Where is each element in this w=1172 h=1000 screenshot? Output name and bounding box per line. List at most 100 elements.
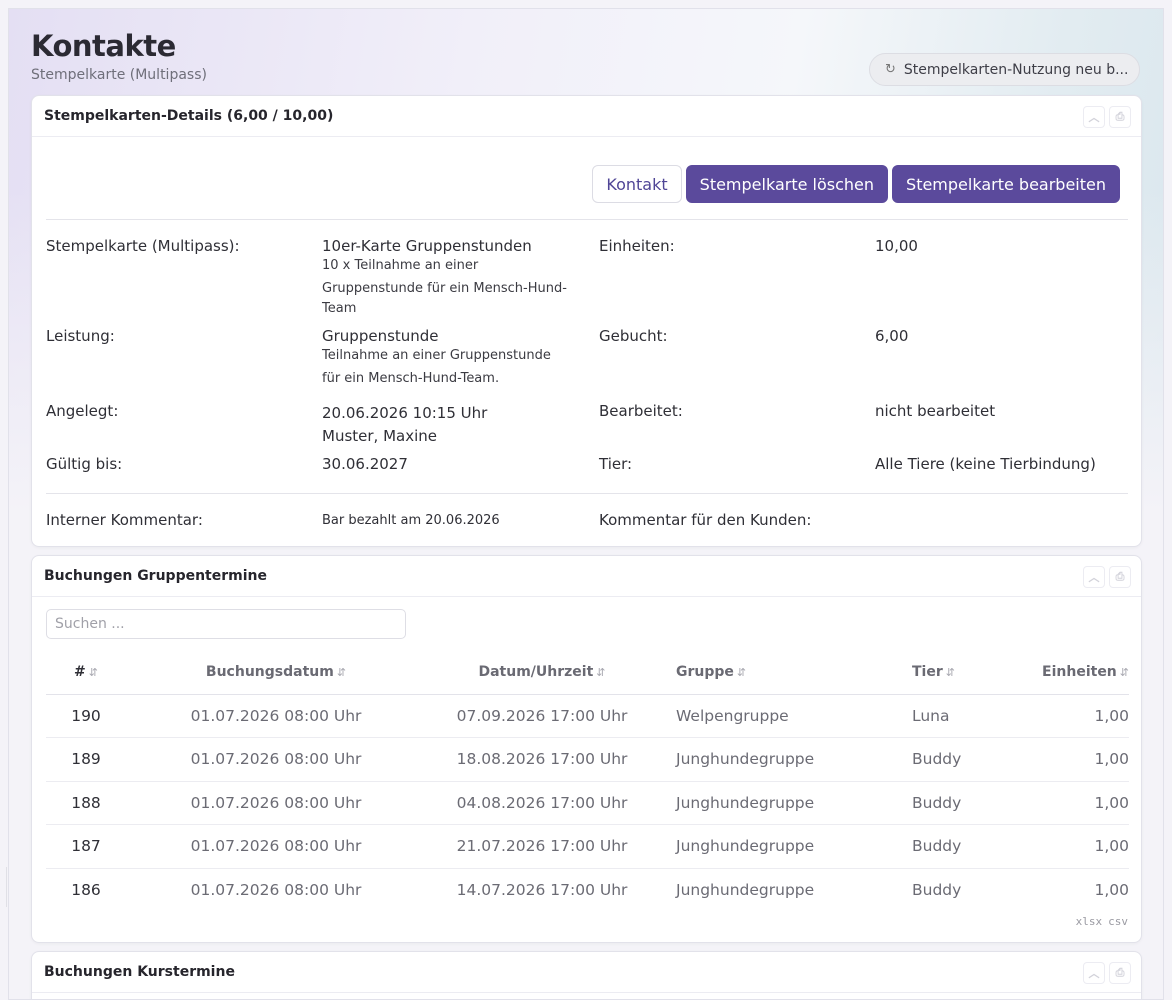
service-value: Gruppenstunde	[322, 327, 439, 345]
cell-group: Junghundegruppe	[676, 881, 815, 899]
refresh-icon: ↻	[885, 62, 896, 77]
course-bookings-header: Buchungen Kurstermine ︿ ⎙	[32, 952, 1141, 993]
edit-card-button[interactable]: Stempelkarte bearbeiten	[892, 165, 1120, 203]
collapse-icon[interactable]: ︿	[1083, 106, 1105, 128]
export-xlsx-link[interactable]: xlsx	[1076, 915, 1103, 928]
course-bookings-title: Buchungen Kurstermine	[44, 964, 235, 980]
card-desc-3: Team	[322, 301, 357, 316]
cell-number: 190	[46, 694, 126, 738]
table-row[interactable]: 186 01.07.2026 08:00 Uhr 14.07.2026 17:0…	[46, 868, 1129, 912]
group-bookings-table: # ⇵ Buchungsdatum ⇵ Datum/Uhrzeit ⇵ Gruppe ⇵…	[46, 651, 1129, 912]
print-icon[interactable]: ⎙	[1109, 106, 1131, 128]
table-row[interactable]: 190 01.07.2026 08:00 Uhr 07.09.2026 17:0…	[46, 694, 1129, 738]
divider	[46, 493, 1128, 494]
details-card-title: Stempelkarten-Details (6,00 / 10,00)	[44, 108, 334, 124]
page-title: Kontakte	[31, 29, 176, 63]
page-header: Kontakte Stempelkarte (Multipass)	[31, 27, 207, 83]
cell-datetime: 18.08.2026 17:00 Uhr	[426, 737, 658, 782]
service-desc-2: für ein Mensch-Hund-Team.	[322, 370, 500, 386]
column-header-units[interactable]: Einheiten ⇵	[1032, 651, 1129, 695]
column-header-datetime[interactable]: Datum/Uhrzeit ⇵	[426, 651, 658, 695]
sort-icon: ⇵	[945, 666, 955, 680]
booked-value: 6,00	[875, 327, 909, 345]
animal-label: Tier:	[599, 455, 633, 473]
contact-button[interactable]: Kontakt	[592, 165, 682, 203]
scroll-handle[interactable]	[0, 867, 7, 907]
cell-units: 1,00	[1094, 881, 1129, 899]
recalc-usage-button[interactable]: ↻ Stempelkarten-Nutzung neu b...	[869, 53, 1140, 86]
group-bookings-header: Buchungen Gruppentermine ︿ ⎙	[32, 556, 1141, 597]
cell-units: 1,00	[1032, 781, 1129, 825]
cell-animal: Luna	[912, 694, 1032, 738]
course-bookings-card: Buchungen Kurstermine ︿ ⎙	[31, 951, 1142, 999]
print-icon[interactable]: ⎙	[1109, 962, 1131, 984]
collapse-icon[interactable]: ︿	[1083, 566, 1105, 588]
card-label: Stempelkarte (Multipass):	[46, 237, 240, 255]
edited-label: Bearbeitet:	[599, 402, 683, 420]
cell-animal: Buddy	[912, 824, 1032, 869]
booked-label: Gebucht:	[599, 327, 668, 345]
card-desc-2: Gruppenstunde für ein Mensch-Hund-	[322, 280, 567, 296]
group-bookings-title: Buchungen Gruppentermine	[44, 568, 268, 584]
cell-units: 1,00	[1032, 737, 1129, 782]
sort-icon: ⇵	[596, 666, 606, 680]
edited-value: nicht bearbeitet	[875, 402, 996, 420]
service-value-block: Gruppenstunde Teilnahme an einer Gruppen…	[322, 327, 582, 390]
page-subtitle: Stempelkarte (Multipass)	[31, 67, 207, 83]
created-value-block: 20.06.2026 10:15 Uhr Muster, Maxine	[322, 402, 487, 448]
cell-datetime: 21.07.2026 17:00 Uhr	[426, 824, 658, 869]
print-icon[interactable]: ⎙	[1109, 566, 1131, 588]
sort-icon: ⇵	[1119, 666, 1129, 680]
cell-datetime: 07.09.2026 17:00 Uhr	[426, 694, 658, 738]
column-header-booking-date[interactable]: Buchungsdatum ⇵	[126, 651, 426, 695]
table-row[interactable]: 189 01.07.2026 08:00 Uhr 18.08.2026 17:0…	[46, 737, 1129, 782]
cell-booking-date: 01.07.2026 08:00 Uhr	[126, 824, 426, 869]
cell-group: Junghundegruppe	[658, 737, 912, 782]
service-label: Leistung:	[46, 327, 115, 345]
divider	[46, 219, 1128, 220]
customer-comment-label: Kommentar für den Kunden:	[599, 511, 812, 529]
cell-booking-date: 01.07.2026 08:00 Uhr	[126, 694, 426, 738]
created-by: Muster, Maxine	[322, 427, 437, 445]
internal-comment-label: Interner Kommentar:	[46, 511, 203, 529]
table-row[interactable]: 188 01.07.2026 08:00 Uhr 04.08.2026 17:0…	[46, 781, 1129, 825]
delete-card-button[interactable]: Stempelkarte löschen	[685, 165, 889, 203]
cell-datetime: 14.07.2026 17:00 Uhr	[456, 881, 628, 899]
sort-icon: ⇵	[336, 666, 347, 680]
cell-booking-date: 01.07.2026 08:00 Uhr	[126, 737, 426, 782]
cell-group: Welpengruppe	[658, 694, 912, 738]
details-actions: Kontakt Stempelkarte löschen Stempelkart…	[592, 165, 1120, 203]
card-value: 10er-Karte Gruppenstunden	[322, 237, 532, 255]
cell-datetime: 04.08.2026 17:00 Uhr	[426, 781, 658, 825]
card-desc-1: 10 x Teilnahme an einer	[322, 258, 479, 273]
details-card: Stempelkarten-Details (6,00 / 10,00) ︿ ⎙…	[31, 95, 1142, 547]
cell-booking-date: 01.07.2026 08:00 Uhr	[190, 881, 362, 899]
cell-animal: Buddy	[912, 881, 962, 899]
column-header-group[interactable]: Gruppe ⇵	[658, 651, 912, 695]
cell-number: 189	[46, 737, 126, 782]
page: Kontakte Stempelkarte (Multipass) ↻ Stem…	[8, 8, 1164, 1000]
cell-number: 186	[71, 881, 101, 899]
animal-value: Alle Tiere (keine Tierbindung)	[875, 455, 1096, 473]
cell-booking-date: 01.07.2026 08:00 Uhr	[126, 781, 426, 825]
card-value-block: 10er-Karte Gruppenstunden 10 x Teilnahme…	[322, 237, 582, 321]
collapse-icon[interactable]: ︿	[1083, 962, 1105, 984]
units-value: 10,00	[875, 237, 918, 255]
sort-icon: ⇵	[736, 666, 747, 680]
cell-units: 1,00	[1032, 694, 1129, 738]
export-csv-link[interactable]: csv	[1108, 915, 1128, 928]
cell-animal: Buddy	[912, 737, 1032, 782]
created-label: Angelegt:	[46, 402, 119, 420]
cell-group: Junghundegruppe	[658, 781, 912, 825]
table-row[interactable]: 187 01.07.2026 08:00 Uhr 21.07.2026 17:0…	[46, 824, 1129, 869]
service-desc-1: Teilnahme an einer Gruppenstunde	[322, 348, 551, 363]
search-input[interactable]	[46, 609, 406, 639]
cell-units: 1,00	[1032, 824, 1129, 869]
details-card-header: Stempelkarten-Details (6,00 / 10,00) ︿ ⎙	[32, 96, 1141, 137]
cell-number: 188	[46, 781, 126, 825]
column-header-number[interactable]: # ⇵	[46, 651, 126, 695]
cell-animal: Buddy	[912, 781, 1032, 825]
group-bookings-card: Buchungen Gruppentermine ︿ ⎙ #⇵ Buchungs…	[31, 555, 1142, 943]
column-header-animal[interactable]: Tier ⇵	[912, 651, 1032, 695]
cell-number: 187	[46, 824, 126, 869]
